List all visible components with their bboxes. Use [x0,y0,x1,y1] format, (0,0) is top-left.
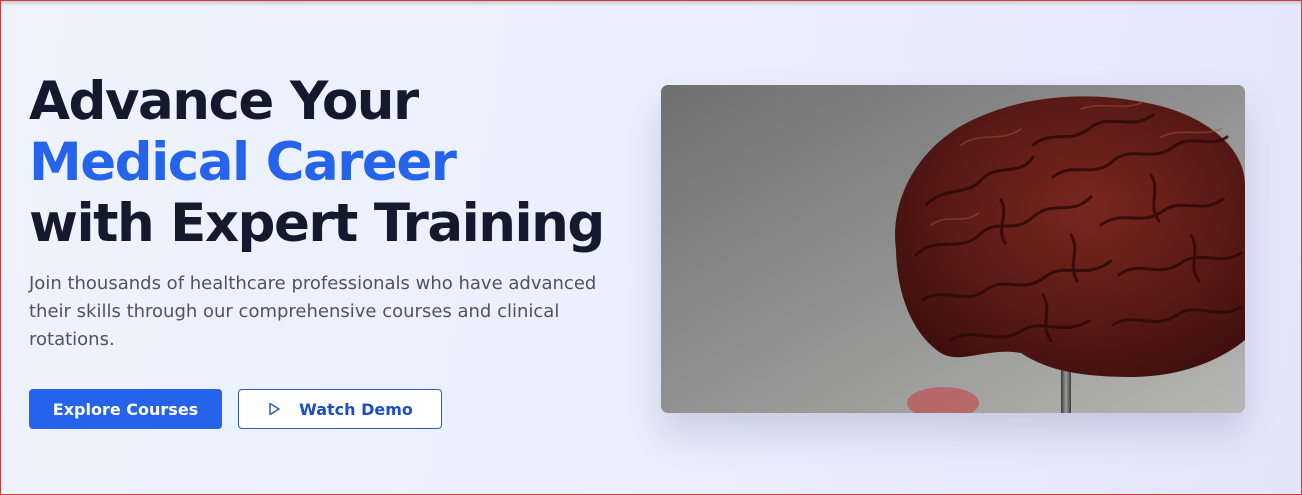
watch-demo-label: Watch Demo [299,399,413,419]
brain-model-image [661,85,1245,413]
hero-cta-row: Explore Courses Watch Demo [29,389,442,429]
headline-line-1: Advance Your [29,71,419,132]
top-edge-shadow [1,1,1301,6]
play-icon [269,402,280,416]
headline-highlight: Medical Career [29,132,457,193]
explore-courses-button[interactable]: Explore Courses [29,389,222,429]
hero-subtext: Join thousands of healthcare professiona… [29,273,597,350]
hero-copy: Advance Your Medical Career with Expert … [29,71,629,354]
hero-section: Advance Your Medical Career with Expert … [0,0,1302,495]
watch-demo-button[interactable]: Watch Demo [238,389,442,429]
hero-headline: Advance Your Medical Career with Expert … [29,71,629,254]
explore-courses-label: Explore Courses [52,399,199,419]
headline-line-3: with Expert Training [29,193,605,254]
